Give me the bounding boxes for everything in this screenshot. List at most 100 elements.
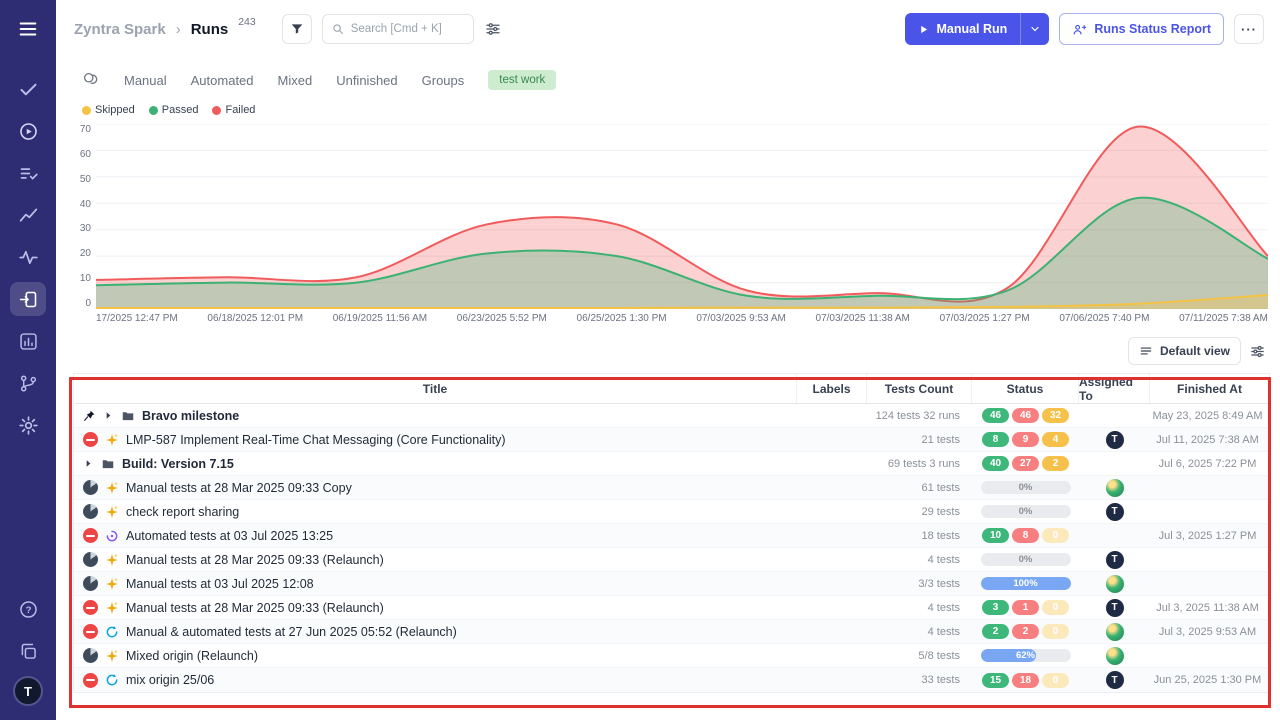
table-row[interactable]: Manual tests at 28 Mar 2025 09:33 (Relau… <box>74 548 1269 572</box>
trend-icon[interactable] <box>10 198 46 232</box>
expand-caret-icon[interactable] <box>83 458 94 469</box>
column-assigned-to: Assigned To <box>1079 374 1150 403</box>
column-title: Title <box>74 374 797 403</box>
runs-status-report-button[interactable]: Runs Status Report <box>1059 13 1224 45</box>
manual-run-dropdown[interactable] <box>1020 13 1049 45</box>
filter-button[interactable] <box>282 14 312 44</box>
tab-mixed[interactable]: Mixed <box>278 73 313 88</box>
avatar: T <box>1106 599 1124 617</box>
finished-at-cell: Jun 25, 2025 1:30 PM <box>1150 674 1269 686</box>
status-cell: 220 <box>972 624 1079 639</box>
runs-count: 243 <box>238 16 256 28</box>
progress-bar: 0% <box>981 553 1071 566</box>
branch-icon[interactable] <box>10 366 46 400</box>
stopped-icon <box>83 600 98 615</box>
sign-in-icon[interactable] <box>10 282 46 316</box>
table-row[interactable]: Build: Version 7.15 69 tests 3 runs 4027… <box>74 452 1269 476</box>
table-row[interactable]: Manual tests at 28 Mar 2025 09:33 (Relau… <box>74 596 1269 620</box>
adjustments-icon[interactable] <box>484 20 502 38</box>
list-check-icon[interactable] <box>10 156 46 190</box>
person-plus-icon <box>1072 22 1087 37</box>
breadcrumb-project[interactable]: Zyntra Spark <box>74 21 166 38</box>
progress-bar: 0% <box>981 481 1071 494</box>
menu-icon[interactable] <box>10 12 46 46</box>
legend-failed[interactable]: Failed <box>212 104 255 116</box>
progress-icon <box>83 648 98 663</box>
avatar <box>1106 575 1124 593</box>
sparkle-icon <box>105 577 119 591</box>
tab-groups[interactable]: Groups <box>422 73 465 88</box>
table-row[interactable]: check report sharing 29 tests 0% T <box>74 500 1269 524</box>
tab-manual[interactable]: Manual <box>124 73 167 88</box>
search-input[interactable] <box>351 23 463 35</box>
skipped-badge: 0 <box>1042 600 1069 615</box>
bar-chart-icon[interactable] <box>10 324 46 358</box>
expand-caret-icon[interactable] <box>103 410 114 421</box>
assignee-cell: T <box>1079 599 1150 617</box>
passed-badge: 15 <box>982 673 1009 688</box>
failed-dot-icon <box>212 106 221 115</box>
filter-tabs: Manual Automated Mixed Unfinished Groups… <box>56 58 1280 96</box>
status-cell: 0% <box>972 481 1079 494</box>
legend-skipped[interactable]: Skipped <box>82 104 135 116</box>
progress-bar: 62% <box>981 649 1071 662</box>
run-title-cell: check report sharing <box>74 504 797 519</box>
table-row[interactable]: Manual tests at 03 Jul 2025 12:08 3/3 te… <box>74 572 1269 596</box>
more-actions-button[interactable]: ··· <box>1234 14 1264 44</box>
filter-tag[interactable]: test work <box>488 70 556 90</box>
run-title: Mixed origin (Relaunch) <box>126 649 258 663</box>
progress-icon <box>83 480 98 495</box>
table-row[interactable]: Manual tests at 28 Mar 2025 09:33 Copy 6… <box>74 476 1269 500</box>
finished-at-cell: Jul 3, 2025 11:38 AM <box>1150 602 1269 614</box>
failed-badge: 27 <box>1012 456 1039 471</box>
tab-unfinished[interactable]: Unfinished <box>336 73 397 88</box>
failed-badge: 1 <box>1012 600 1039 615</box>
copy-icon[interactable] <box>10 634 46 668</box>
sparkle-icon <box>105 601 119 615</box>
folder-icon <box>101 457 115 471</box>
tab-automated[interactable]: Automated <box>191 73 254 88</box>
user-avatar[interactable]: T <box>13 676 43 706</box>
default-view-button[interactable]: Default view <box>1128 337 1241 365</box>
legend-passed[interactable]: Passed <box>149 104 199 116</box>
tests-count-cell: 124 tests 32 runs <box>867 410 972 422</box>
stopped-icon <box>83 528 98 543</box>
table-row[interactable]: Automated tests at 03 Jul 2025 13:25 18 … <box>74 524 1269 548</box>
tests-count-cell: 18 tests <box>867 530 972 542</box>
play-circle-icon[interactable] <box>10 114 46 148</box>
check-icon[interactable] <box>10 72 46 106</box>
table-row[interactable]: Mixed origin (Relaunch) 5/8 tests 62% <box>74 644 1269 668</box>
failed-badge: 2 <box>1012 624 1039 639</box>
help-icon[interactable]: ? <box>10 592 46 626</box>
tests-count-cell: 69 tests 3 runs <box>867 458 972 470</box>
gear-icon[interactable] <box>10 408 46 442</box>
passed-badge: 40 <box>982 456 1009 471</box>
table-row[interactable]: LMP-587 Implement Real-Time Chat Messagi… <box>74 428 1269 452</box>
finished-at-cell: Jul 3, 2025 9:53 AM <box>1150 626 1269 638</box>
finished-at-cell: Jul 3, 2025 1:27 PM <box>1150 530 1269 542</box>
run-title: check report sharing <box>126 505 239 519</box>
manual-run-button[interactable]: Manual Run <box>905 13 1049 45</box>
run-title: Bravo milestone <box>142 409 239 423</box>
run-title-cell: Bravo milestone <box>74 409 797 423</box>
skipped-badge: 0 <box>1042 624 1069 639</box>
views-icon[interactable] <box>82 71 100 89</box>
funnel-icon <box>289 21 305 37</box>
run-title-cell: Manual tests at 28 Mar 2025 09:33 Copy <box>74 480 797 495</box>
breadcrumb-page: Runs <box>191 21 229 38</box>
table-row[interactable]: Bravo milestone 124 tests 32 runs 464632… <box>74 404 1269 428</box>
assignee-cell: T <box>1079 551 1150 569</box>
search-box[interactable] <box>322 14 474 44</box>
column-labels: Labels <box>797 374 867 403</box>
pulse-icon[interactable] <box>10 240 46 274</box>
passed-badge: 8 <box>982 432 1009 447</box>
play-icon <box>918 24 929 35</box>
table-row[interactable]: Manual & automated tests at 27 Jun 2025 … <box>74 620 1269 644</box>
table-settings-icon[interactable] <box>1249 343 1266 360</box>
progress-bar: 100% <box>981 577 1071 590</box>
table-row[interactable]: mix origin 25/06 33 tests 15180 T Jun 25… <box>74 668 1269 692</box>
status-cell: 0% <box>972 505 1079 518</box>
chart-x-axis: 17/2025 12:47 PM06/18/2025 12:01 PM 06/1… <box>56 309 1280 324</box>
search-icon <box>331 22 345 36</box>
run-title-cell: Manual tests at 28 Mar 2025 09:33 (Relau… <box>74 552 797 567</box>
